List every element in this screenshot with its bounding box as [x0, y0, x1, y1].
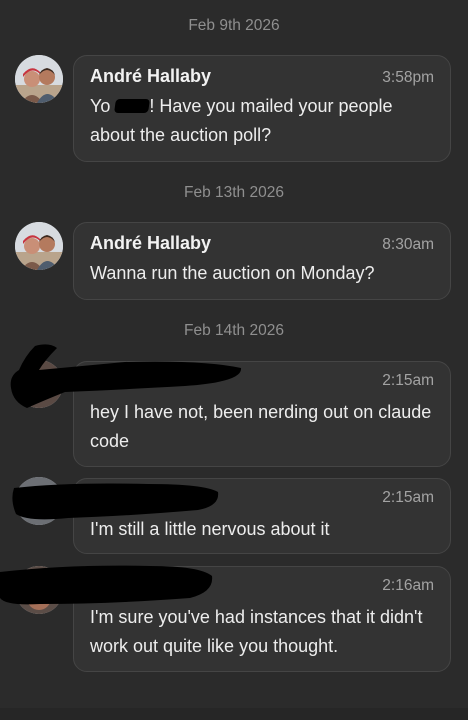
message-feed: Feb 9th 2026 André Hallaby 3:58pm Yo ! H… [0, 0, 468, 720]
date-separator: Feb 9th 2026 [188, 17, 280, 34]
message-text: Wanna run the auction on Monday? [90, 263, 375, 283]
message-text: Yo ! Have you mailed your people about t… [90, 92, 434, 150]
message-time: 2:15am [382, 372, 434, 389]
avatar[interactable] [15, 55, 63, 103]
date-separator: Feb 13th 2026 [184, 184, 284, 201]
sender-name: André Hallaby [90, 233, 212, 253]
message-time: 3:58pm [382, 69, 434, 86]
message-header: André Hallaby 3:58pm [90, 66, 434, 90]
message-header: André Hallaby 8:30am [90, 233, 434, 257]
redaction-mark [10, 344, 242, 408]
redaction-mark [0, 565, 213, 605]
message-time: 2:15am [382, 489, 434, 506]
sender-name: André Hallaby [90, 66, 212, 86]
redaction-mark [12, 483, 219, 520]
message-text: I'm sure you've had instances that it di… [90, 607, 423, 656]
message-time: 2:16am [382, 577, 434, 594]
message-text-start: Yo [90, 96, 116, 116]
message-bubble[interactable]: André Hallaby 8:30am Wanna run the aucti… [73, 222, 451, 300]
redaction-mark [114, 99, 151, 113]
user-photo-icon [15, 55, 63, 103]
date-separator: Feb 14th 2026 [184, 322, 284, 339]
user-photo-icon [15, 222, 63, 270]
message-bubble[interactable]: André Hallaby 3:58pm Yo ! Have you maile… [73, 55, 451, 162]
message-time: 8:30am [382, 236, 434, 253]
avatar[interactable] [15, 222, 63, 270]
bottom-edge [0, 708, 468, 720]
